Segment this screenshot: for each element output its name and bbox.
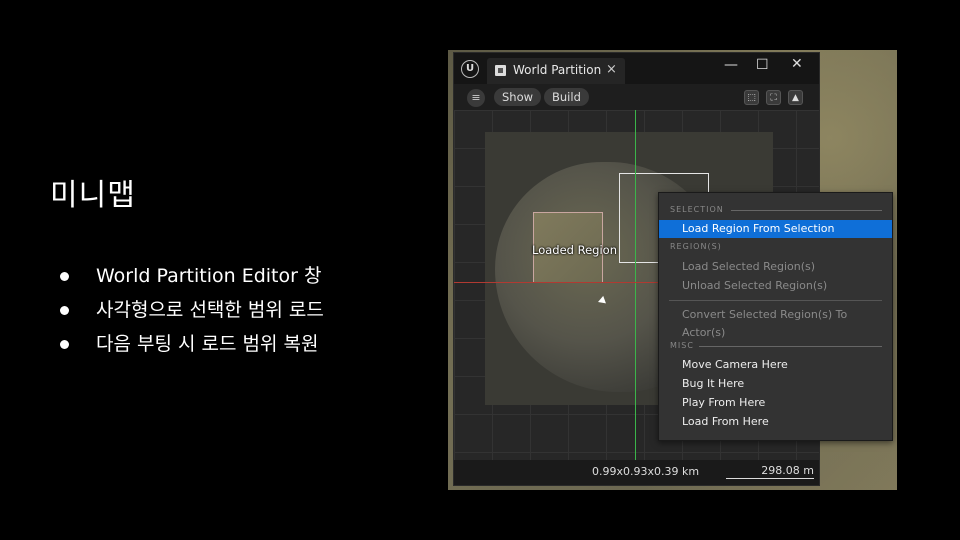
menu-divider [669,300,882,301]
bullet-text: 다음 부팅 시 로드 범위 복원 [96,333,319,355]
select-icon[interactable]: ⬚ [744,90,759,105]
load-from-here-item[interactable]: Load From Here [659,413,892,431]
bullet-text: World Partition Editor 창 [96,265,322,287]
section-header: REGION(S) [670,242,722,251]
convert-selected-regions-item[interactable]: Convert Selected Region(s) To Actor(s) [659,306,892,339]
loaded-region-label: Loaded Region [532,243,617,257]
bullet-dot-icon [60,306,69,315]
editor-screenshot: U World Partition × — ☐ ✕ ≡ Show Build ⬚… [448,50,897,490]
section-divider [731,210,882,211]
terrain-icon[interactable]: ▲ [788,90,803,105]
menu-item-label: Load From Here [682,415,769,428]
section-misc: MISC [659,339,892,353]
section-divider [699,346,882,347]
bullet-item: World Partition Editor 창 [60,262,324,296]
maximize-button[interactable]: ☐ [756,57,769,73]
context-menu: SELECTION Load Region From Selection REG… [658,192,893,441]
bullet-dot-icon [60,340,69,349]
hamburger-menu-icon[interactable]: ≡ [467,89,485,107]
show-button[interactable]: Show [494,88,542,106]
menu-item-label: Unload Selected Region(s) [682,279,828,292]
menu-item-label: Convert Selected Region(s) To Actor(s) [682,308,848,339]
menu-item-label: Load Selected Region(s) [682,260,816,273]
bullet-item: 다음 부팅 시 로드 범위 복원 [60,330,324,364]
bug-it-here-item[interactable]: Bug It Here [659,375,892,393]
unload-selected-regions-item[interactable]: Unload Selected Region(s) [659,277,892,295]
unreal-logo-icon: U [461,60,479,78]
menu-item-label: Move Camera Here [682,358,788,371]
load-region-from-selection-item[interactable]: Load Region From Selection [659,220,892,238]
load-selected-regions-item[interactable]: Load Selected Region(s) [659,258,892,276]
menu-item-label: Bug It Here [682,377,745,390]
move-camera-here-item[interactable]: Move Camera Here [659,356,892,374]
slide-title: 미니맵 [50,178,136,213]
y-axis-line [635,110,636,460]
bullet-dot-icon [60,272,69,281]
tab-world-partition[interactable]: World Partition × [487,58,625,84]
tab-close-icon[interactable]: × [606,62,617,77]
title-bar[interactable]: U World Partition × — ☐ ✕ [454,53,819,84]
play-from-here-item[interactable]: Play From Here [659,394,892,412]
tab-label: World Partition [513,63,602,77]
bullet-list: World Partition Editor 창 사각형으로 선택한 범위 로드… [60,262,324,364]
bullet-text: 사각형으로 선택한 범위 로드 [96,299,324,321]
world-partition-icon [495,65,506,76]
close-button[interactable]: ✕ [791,56,803,72]
status-bar: 0.99x0.93x0.39 km 298.08 m [454,460,819,485]
section-header: SELECTION [670,205,724,214]
world-dimensions: 0.99x0.93x0.39 km [592,465,700,478]
toolbar: ≡ Show Build ⬚ ⛶ ▲ [454,84,819,110]
section-selection: SELECTION [659,203,892,217]
build-button[interactable]: Build [544,88,589,106]
minimize-button[interactable]: — [724,57,738,73]
bullet-item: 사각형으로 선택한 범위 로드 [60,296,324,330]
zoom-extent-icon[interactable]: ⛶ [766,90,781,105]
menu-item-label: Play From Here [682,396,766,409]
scale-bar: 298.08 m [726,464,814,479]
section-regions: REGION(S) [659,240,892,254]
section-header: MISC [670,341,694,350]
menu-item-label: Load Region From Selection [682,222,835,235]
